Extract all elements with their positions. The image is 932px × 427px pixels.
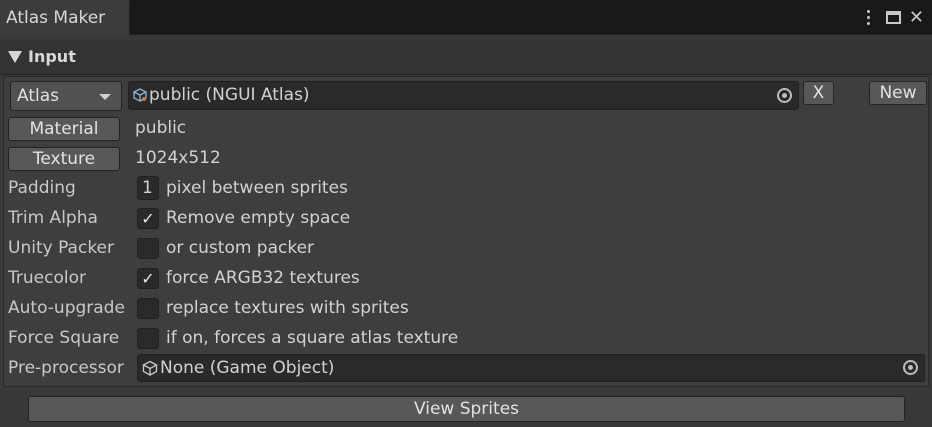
option-row-truecolor: Truecolor ✓ force ARGB32 textures	[4, 263, 930, 293]
kebab-menu-icon[interactable]	[866, 10, 872, 25]
atlas-type-dropdown[interactable]: Atlas	[10, 81, 122, 111]
window-tab-bar: Atlas Maker ✕	[0, 0, 932, 35]
object-picker-icon[interactable]	[903, 360, 918, 375]
object-picker-icon[interactable]	[777, 88, 792, 103]
view-sprites-button[interactable]: View Sprites	[28, 396, 905, 422]
foldout-triangle-icon[interactable]	[8, 51, 22, 63]
option-description: Remove empty space	[166, 208, 351, 228]
padding-input[interactable]: 1	[137, 176, 159, 200]
atlas-object-field[interactable]: public (NGUI Atlas)	[128, 81, 799, 110]
option-label: Force Square	[8, 328, 120, 348]
section-title: Input	[28, 47, 76, 66]
option-description: or custom packer	[166, 238, 315, 258]
option-row-force-square: Force Square if on, forces a square atla…	[4, 323, 930, 353]
close-icon[interactable]: ✕	[909, 7, 924, 28]
option-row-auto-upgrade: Auto-upgrade replace textures with sprit…	[4, 293, 930, 323]
truecolor-checkbox[interactable]: ✓	[137, 268, 159, 289]
new-atlas-button[interactable]: New	[869, 81, 927, 105]
preprocessor-object-field[interactable]: None (Game Object)	[137, 354, 925, 382]
unity-packer-checkbox[interactable]	[137, 238, 159, 259]
trim-alpha-checkbox[interactable]: ✓	[137, 208, 159, 229]
clear-atlas-button[interactable]: X	[803, 81, 834, 105]
chevron-down-icon	[99, 94, 111, 100]
section-header-input[interactable]: Input	[0, 40, 932, 75]
padding-description: pixel between sprites	[166, 178, 348, 198]
auto-upgrade-checkbox[interactable]	[137, 298, 159, 319]
maximize-icon[interactable]	[885, 11, 901, 24]
game-object-icon	[142, 360, 158, 376]
option-description: if on, forces a square atlas texture	[166, 328, 459, 348]
texture-button[interactable]: Texture	[8, 147, 120, 171]
material-button[interactable]: Material	[8, 117, 120, 141]
window-tab-atlas-maker[interactable]: Atlas Maker	[0, 0, 130, 35]
padding-label: Padding	[8, 178, 76, 198]
option-label: Truecolor	[8, 268, 86, 288]
option-label: Auto-upgrade	[8, 298, 125, 318]
option-row-unity-packer: Unity Packer or custom packer	[4, 233, 930, 263]
force-square-checkbox[interactable]	[137, 328, 159, 349]
atlas-row: Atlas public (NGUI Atlas) X New	[4, 77, 930, 115]
preprocessor-label: Pre-processor	[8, 358, 124, 378]
ngui-atlas-icon	[133, 88, 147, 102]
texture-value: 1024x512	[135, 148, 221, 168]
input-panel: Atlas public (NGUI Atlas) X New Material…	[3, 76, 929, 387]
option-row-trim-alpha: Trim Alpha ✓ Remove empty space	[4, 203, 930, 233]
window-controls: ✕	[866, 0, 932, 35]
option-description: replace textures with sprites	[166, 298, 409, 318]
preprocessor-value: None (Game Object)	[160, 358, 335, 378]
texture-row: Texture 1024x512	[4, 143, 930, 173]
option-label: Unity Packer	[8, 238, 115, 258]
option-description: force ARGB32 textures	[166, 268, 360, 288]
atlas-type-value: Atlas	[17, 86, 59, 106]
padding-row: Padding 1 pixel between sprites	[4, 173, 930, 203]
material-row: Material public	[4, 113, 930, 143]
atlas-object-value: public (NGUI Atlas)	[149, 85, 310, 105]
option-label: Trim Alpha	[8, 208, 98, 228]
material-value: public	[135, 118, 187, 138]
